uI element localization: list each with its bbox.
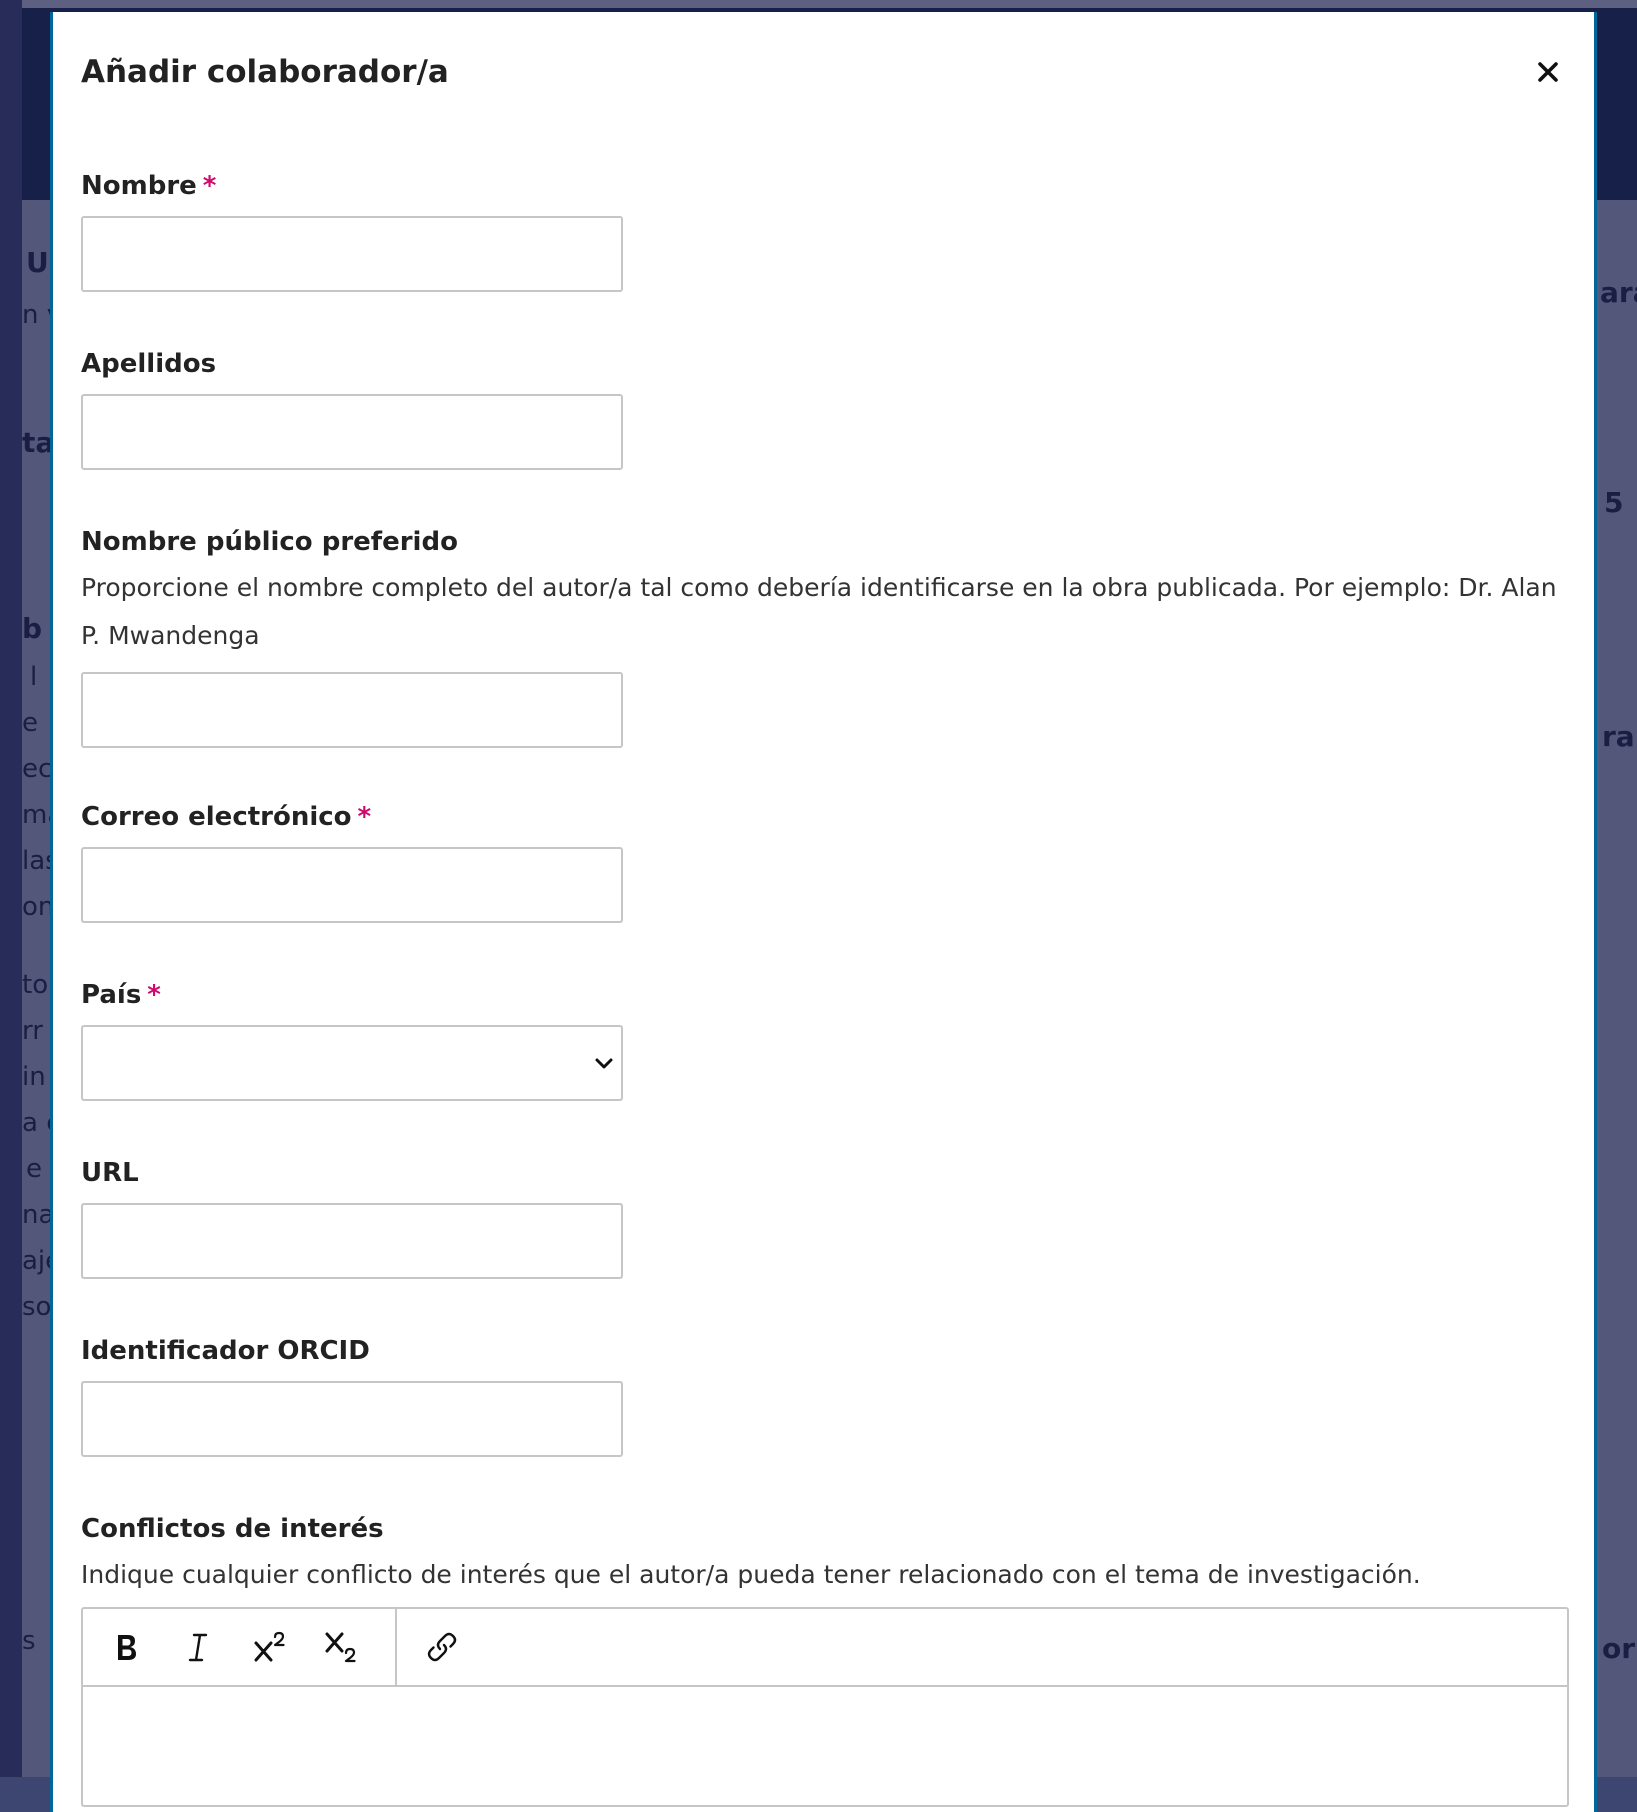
required-mark: * [202,171,217,201]
subscript-icon [325,1632,356,1663]
editor-toolbar [83,1609,1567,1687]
orcid-field: Identificador ORCID [81,1335,1569,1457]
url-input[interactable] [81,1203,623,1279]
subscript-button[interactable] [313,1618,371,1676]
preferred-public-name-description: Proporcione el nombre completo del autor… [81,573,1557,650]
add-contributor-modal: Añadir colaborador/a Nombre * Apellidos N… [50,12,1597,1812]
url-field: URL [81,1157,1569,1279]
first-name-label-text: Nombre [81,171,197,201]
bold-icon [118,1635,136,1660]
superscript-button[interactable] [241,1618,299,1676]
competing-interests-editor [81,1607,1569,1807]
first-name-label: Nombre * [81,170,1569,202]
last-name-label: Apellidos [81,349,217,379]
required-mark: * [147,980,161,1010]
italic-icon [188,1633,208,1662]
modal-title: Añadir colaborador/a [81,54,449,90]
country-select-wrapper [81,1025,623,1101]
competing-interests-field: Conflictos de interés Indique cualquier … [81,1513,1569,1807]
country-select[interactable] [81,1025,623,1101]
first-name-field: Nombre * [81,170,1569,292]
email-field: Correo electrónico * [81,801,1569,923]
email-input[interactable] [81,847,623,923]
competing-interests-description: Indique cualquier conflicto de interés q… [81,1560,1421,1589]
superscript-icon [254,1631,285,1662]
competing-interests-label: Conflictos de interés [81,1514,384,1544]
preferred-public-name-input[interactable] [81,672,623,748]
last-name-field: Apellidos [81,348,1569,470]
email-label: Correo electrónico * [81,801,1569,833]
country-label-text: País [81,980,142,1010]
link-group [395,1609,485,1685]
close-icon [1538,62,1558,82]
first-name-input[interactable] [81,216,623,292]
email-label-text: Correo electrónico [81,802,352,832]
preferred-public-name-field: Nombre público preferido Proporcione el … [81,526,1569,748]
bold-button[interactable] [97,1618,155,1676]
last-name-input[interactable] [81,394,623,470]
close-button[interactable] [1528,52,1568,92]
required-mark: * [357,802,372,832]
formatting-group [83,1609,385,1685]
preferred-public-name-label: Nombre público preferido [81,527,458,557]
country-label: País * [81,979,1569,1011]
country-field: País * [81,979,1569,1101]
orcid-label: Identificador ORCID [81,1336,370,1366]
link-icon [427,1632,457,1662]
orcid-input[interactable] [81,1381,623,1457]
url-label: URL [81,1158,139,1188]
italic-button[interactable] [169,1618,227,1676]
link-button[interactable] [413,1618,471,1676]
editor-content-area[interactable] [83,1687,1567,1807]
